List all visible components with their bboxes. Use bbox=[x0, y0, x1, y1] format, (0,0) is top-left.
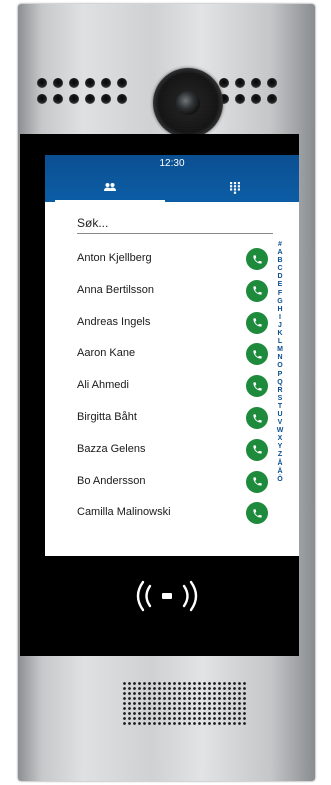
index-letter[interactable]: W bbox=[277, 427, 284, 435]
mic-hole bbox=[37, 94, 47, 104]
index-letter[interactable]: Å bbox=[277, 460, 282, 468]
index-letter[interactable]: M bbox=[277, 346, 283, 354]
index-letter[interactable]: R bbox=[277, 387, 282, 395]
phone-icon bbox=[252, 445, 262, 454]
index-letter[interactable]: P bbox=[278, 371, 283, 379]
mic-hole bbox=[37, 78, 47, 88]
tab-contacts[interactable] bbox=[55, 173, 165, 202]
contact-name[interactable]: Ali Ahmedi bbox=[77, 379, 129, 391]
touch-screen: 12:30 Søk... Anton Kjellberg Anna Bertils… bbox=[45, 155, 299, 556]
index-letter[interactable]: J bbox=[278, 322, 282, 330]
phone-icon bbox=[252, 254, 262, 264]
header-bar: 12:30 bbox=[45, 155, 299, 202]
mic-hole bbox=[85, 78, 95, 88]
call-button[interactable] bbox=[246, 438, 268, 461]
index-letter[interactable]: O bbox=[277, 362, 282, 370]
mic-hole bbox=[219, 78, 229, 88]
contact-name[interactable]: Bo Andersson bbox=[77, 475, 146, 487]
mic-hole bbox=[53, 94, 63, 104]
index-letter[interactable]: B bbox=[277, 257, 282, 265]
index-letter[interactable]: # bbox=[278, 241, 282, 249]
contact-name[interactable]: Aaron Kane bbox=[77, 347, 135, 359]
index-letter[interactable]: V bbox=[278, 419, 283, 427]
dialpad-icon bbox=[230, 181, 240, 194]
call-button[interactable] bbox=[246, 279, 268, 302]
index-letter[interactable]: Ö bbox=[277, 476, 282, 484]
status-time: 12:30 bbox=[159, 158, 185, 169]
call-button[interactable] bbox=[246, 248, 268, 270]
tab-keypad[interactable] bbox=[180, 173, 290, 202]
mic-hole bbox=[85, 94, 95, 104]
search-input[interactable]: Søk... bbox=[77, 213, 273, 234]
index-letter[interactable]: F bbox=[278, 290, 282, 298]
contact-name[interactable]: Bazza Gelens bbox=[77, 443, 145, 455]
index-letter[interactable]: Ä bbox=[277, 468, 282, 476]
mic-hole bbox=[267, 94, 277, 104]
mic-hole bbox=[117, 78, 127, 88]
index-letter[interactable]: K bbox=[277, 330, 282, 338]
index-letter[interactable]: G bbox=[277, 298, 282, 306]
phone-icon bbox=[252, 509, 262, 518]
index-letter[interactable]: X bbox=[278, 435, 283, 443]
index-letter[interactable]: L bbox=[278, 338, 282, 346]
index-letter[interactable]: N bbox=[277, 354, 282, 362]
phone-icon bbox=[252, 318, 262, 327]
index-letter[interactable]: Z bbox=[278, 451, 282, 459]
mic-hole bbox=[235, 94, 245, 104]
call-button[interactable] bbox=[246, 311, 268, 334]
mic-hole bbox=[101, 78, 111, 88]
call-button[interactable] bbox=[246, 470, 268, 493]
index-letter[interactable]: T bbox=[278, 403, 282, 411]
contacts-icon bbox=[104, 182, 116, 191]
mic-hole bbox=[251, 78, 261, 88]
index-letter[interactable]: U bbox=[277, 411, 282, 419]
phone-icon bbox=[252, 413, 262, 423]
camera-lens bbox=[176, 91, 200, 115]
mic-hole bbox=[235, 78, 245, 88]
contact-name[interactable]: Andreas Ingels bbox=[77, 316, 150, 328]
alphabet-index[interactable]: # A B C D E F G H I J K L M N O P Q R S T U V W X Y Z Å Ä Ö bbox=[274, 241, 286, 484]
index-letter[interactable]: Y bbox=[278, 443, 283, 451]
call-button[interactable] bbox=[246, 502, 268, 525]
mic-hole bbox=[251, 94, 261, 104]
index-letter[interactable]: S bbox=[278, 395, 283, 403]
index-letter[interactable]: D bbox=[277, 273, 282, 281]
index-letter[interactable]: I bbox=[279, 314, 281, 322]
contact-name[interactable]: Birgitta Båht bbox=[77, 411, 137, 423]
nfc-reader-icon bbox=[129, 576, 205, 616]
mic-hole bbox=[53, 78, 63, 88]
speaker-grille bbox=[122, 681, 246, 727]
mic-hole bbox=[69, 78, 79, 88]
index-letter[interactable]: A bbox=[277, 249, 282, 257]
index-letter[interactable]: C bbox=[277, 265, 282, 273]
call-button[interactable] bbox=[246, 343, 268, 366]
mic-hole bbox=[267, 78, 277, 88]
contact-name[interactable]: Camilla Malinowski bbox=[77, 506, 171, 518]
phone-icon bbox=[252, 286, 262, 295]
phone-icon bbox=[252, 477, 262, 486]
phone-icon bbox=[252, 350, 262, 359]
index-letter[interactable]: H bbox=[277, 306, 282, 314]
mic-hole bbox=[101, 94, 111, 104]
camera-icon bbox=[153, 68, 223, 138]
contact-name[interactable]: Anna Bertilsson bbox=[77, 284, 154, 296]
contact-name[interactable]: Anton Kjellberg bbox=[77, 252, 152, 264]
index-letter[interactable]: Q bbox=[277, 379, 282, 387]
call-button[interactable] bbox=[246, 407, 268, 429]
index-letter[interactable]: E bbox=[278, 281, 283, 289]
mic-hole bbox=[117, 94, 127, 104]
call-button[interactable] bbox=[246, 375, 268, 398]
phone-icon bbox=[252, 382, 262, 391]
mic-hole bbox=[69, 94, 79, 104]
